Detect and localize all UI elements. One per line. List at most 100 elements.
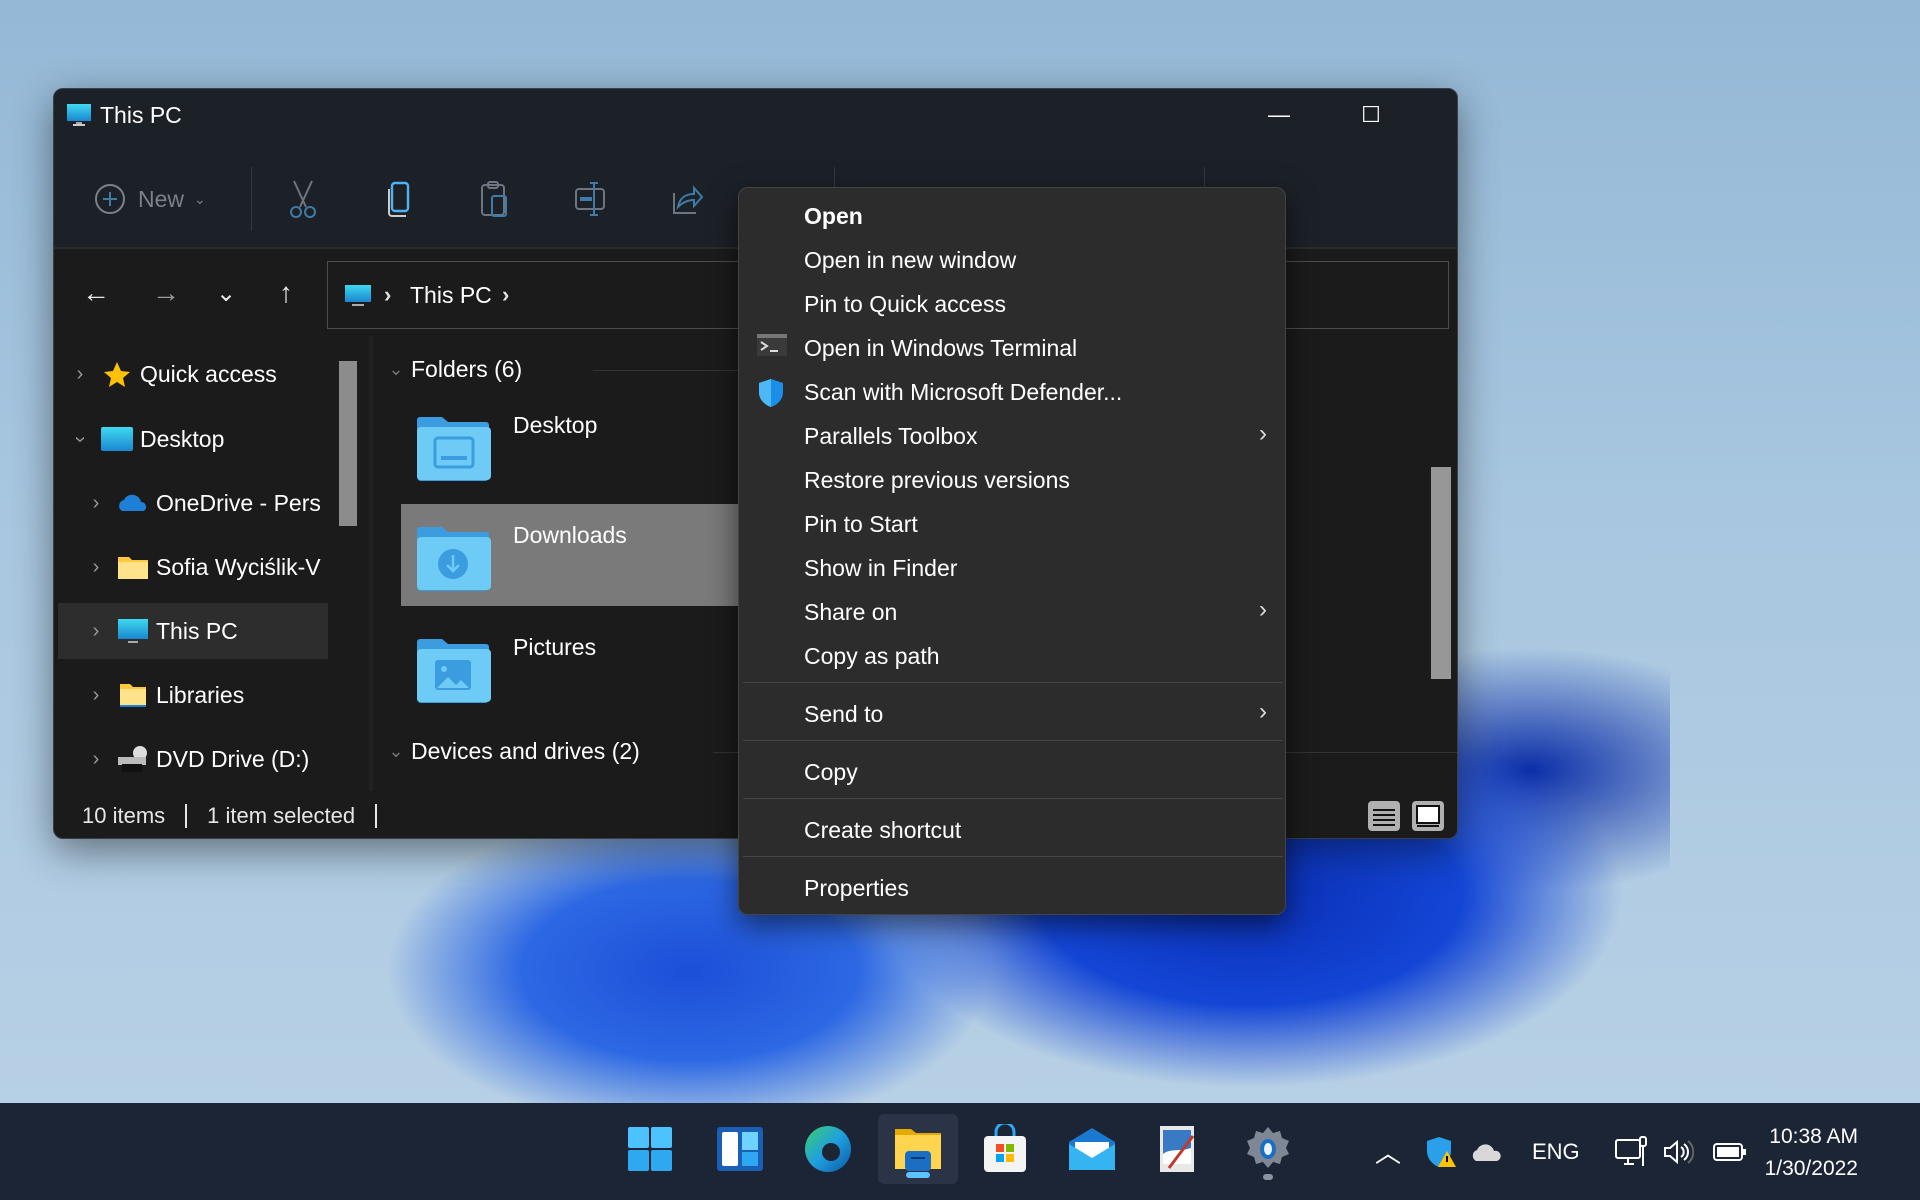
group-header-folders[interactable]: ⌄ Folders (6) xyxy=(373,349,522,389)
context-menu: Open Open in new window Pin to Quick acces… xyxy=(738,187,1286,915)
group-header-devices[interactable]: ⌄ Devices and drives (2) xyxy=(373,731,639,771)
copy-button[interactable] xyxy=(384,177,414,221)
menu-item-pin-to-start[interactable]: Pin to Start xyxy=(739,502,1285,546)
defender-tray-button[interactable] xyxy=(1425,1103,1457,1200)
chevron-down-icon[interactable]: ⌄ xyxy=(381,741,411,762)
volume-button[interactable] xyxy=(1662,1103,1694,1200)
folder-tile-pictures[interactable]: Pictures xyxy=(401,616,761,718)
menu-item-label: Scan with Microsoft Defender... xyxy=(804,379,1123,405)
running-app-indicator xyxy=(1263,1174,1273,1180)
defender-warning-icon xyxy=(1427,1136,1456,1167)
menu-item-send-to[interactable]: Send to › xyxy=(739,692,1285,736)
menu-item-label: Parallels Toolbox xyxy=(804,423,978,449)
edge-button[interactable] xyxy=(798,1114,858,1184)
language-indicator[interactable]: ENG xyxy=(1532,1103,1580,1200)
menu-item-restore-previous-versions[interactable]: Restore previous versions xyxy=(739,458,1285,502)
forward-button[interactable]: → xyxy=(146,273,186,313)
paint-icon xyxy=(1160,1126,1195,1172)
chevron-right-icon[interactable]: › xyxy=(84,620,108,643)
cut-button[interactable] xyxy=(286,177,320,221)
breadcrumb-chevron-icon[interactable]: › xyxy=(384,282,391,308)
chevron-right-icon[interactable]: › xyxy=(84,556,108,579)
chevron-right-icon[interactable]: › xyxy=(68,363,92,386)
folder-tile-desktop[interactable]: Desktop xyxy=(401,394,761,496)
back-button[interactable]: ← xyxy=(76,273,116,313)
chevron-down-icon[interactable]: ⌄ xyxy=(381,359,411,380)
start-button[interactable] xyxy=(620,1114,680,1184)
nav-label: Sofia Wyciślik-V xyxy=(156,553,321,580)
file-explorer-button[interactable] xyxy=(878,1114,958,1184)
menu-item-scan-with-microsoft-defender[interactable]: Scan with Microsoft Defender... xyxy=(739,370,1285,414)
folder-tile-downloads[interactable]: Downloads xyxy=(401,504,761,606)
nav-item-dvd-drive[interactable]: › DVD Drive (D:) xyxy=(58,731,328,787)
chevron-right-icon[interactable]: › xyxy=(84,492,108,515)
clock-time: 10:38 AM xyxy=(1769,1125,1858,1148)
menu-item-label: Properties xyxy=(804,875,909,901)
folder-label: Pictures xyxy=(513,634,597,660)
menu-item-share-on[interactable]: Share on › xyxy=(739,590,1285,634)
clock[interactable]: 10:38 AM 1/30/2022 xyxy=(1765,1121,1858,1185)
chevron-up-icon: ︿ xyxy=(1375,1138,1402,1168)
nav-label: This PC xyxy=(156,617,238,644)
share-button[interactable] xyxy=(670,177,704,221)
nav-item-this-pc[interactable]: › This PC xyxy=(58,603,328,659)
minimize-button[interactable]: — xyxy=(1249,95,1309,135)
menu-item-pin-to-quick-access[interactable]: Pin to Quick access xyxy=(739,282,1285,326)
file-explorer-icon xyxy=(895,1129,941,1171)
menu-item-copy[interactable]: Copy xyxy=(739,750,1285,794)
onedrive-icon xyxy=(119,494,146,511)
rename-button[interactable] xyxy=(574,177,608,221)
title-bar[interactable]: This PC — ☐ ✕ xyxy=(54,89,1457,149)
mail-button[interactable] xyxy=(1062,1114,1122,1184)
nav-label: Libraries xyxy=(156,681,245,708)
paint-button[interactable] xyxy=(1148,1114,1208,1184)
menu-item-label: Pin to Start xyxy=(804,511,918,537)
store-button[interactable] xyxy=(975,1114,1035,1184)
nav-item-user-folder[interactable]: › Sofia Wyciślik-V xyxy=(58,539,328,595)
menu-item-open[interactable]: Open xyxy=(739,194,1285,238)
menu-item-create-shortcut[interactable]: Create shortcut xyxy=(739,808,1285,852)
chevron-down-icon[interactable]: › xyxy=(69,427,92,451)
menu-item-properties[interactable]: Properties xyxy=(739,866,1285,910)
close-button[interactable]: ✕ xyxy=(1434,95,1457,135)
content-scrollbar[interactable] xyxy=(1431,467,1451,679)
menu-item-copy-as-path[interactable]: Copy as path xyxy=(739,634,1285,678)
nav-item-libraries[interactable]: › Libraries xyxy=(58,667,328,723)
star-icon xyxy=(104,362,130,387)
widgets-icon xyxy=(717,1127,763,1171)
menu-item-parallels-toolbox[interactable]: Parallels Toolbox › xyxy=(739,414,1285,458)
nav-item-onedrive[interactable]: › OneDrive - Pers xyxy=(58,475,328,531)
up-button[interactable]: ↑ xyxy=(266,273,306,313)
paste-button[interactable] xyxy=(479,177,511,221)
tiles-view-button[interactable] xyxy=(1412,801,1444,831)
nav-label: Desktop xyxy=(140,425,225,452)
maximize-button[interactable]: ☐ xyxy=(1341,95,1401,135)
ethernet-icon xyxy=(1615,1135,1647,1166)
nav-pane-scrollbar[interactable] xyxy=(339,361,357,526)
nav-item-quick-access[interactable]: › Quick access xyxy=(58,346,328,402)
menu-item-open-in-new-window[interactable]: Open in new window xyxy=(739,238,1285,282)
widgets-button[interactable] xyxy=(710,1114,770,1184)
onedrive-tray-button[interactable] xyxy=(1470,1103,1504,1200)
nav-item-desktop[interactable]: › Desktop xyxy=(58,411,328,467)
chevron-right-icon[interactable]: › xyxy=(84,684,108,707)
menu-item-open-in-windows-terminal[interactable]: Open in Windows Terminal xyxy=(739,326,1285,370)
pictures-folder-icon xyxy=(417,639,491,703)
battery-button[interactable] xyxy=(1713,1103,1747,1200)
menu-item-show-in-finder[interactable]: Show in Finder xyxy=(739,546,1285,590)
mail-icon xyxy=(1069,1128,1115,1170)
clock-date: 1/30/2022 xyxy=(1764,1157,1858,1180)
settings-button[interactable] xyxy=(1238,1114,1298,1184)
details-view-button[interactable] xyxy=(1368,801,1400,831)
show-hidden-icons-button[interactable]: ︿ xyxy=(1375,1103,1401,1200)
maximize-icon: ☐ xyxy=(1361,102,1381,127)
breadcrumb-this-pc[interactable]: This PC xyxy=(410,282,492,309)
recent-locations-button[interactable]: ⌄ xyxy=(206,273,246,313)
new-button[interactable]: New ⌄ xyxy=(94,177,206,221)
breadcrumb-chevron-icon[interactable]: › xyxy=(502,282,509,308)
menu-item-label: Pin to Quick access xyxy=(804,291,1006,317)
desktop-icon xyxy=(101,427,133,451)
chevron-right-icon[interactable]: › xyxy=(84,748,108,771)
network-button[interactable] xyxy=(1614,1103,1648,1200)
onedrive-cloud-icon xyxy=(1472,1143,1501,1161)
